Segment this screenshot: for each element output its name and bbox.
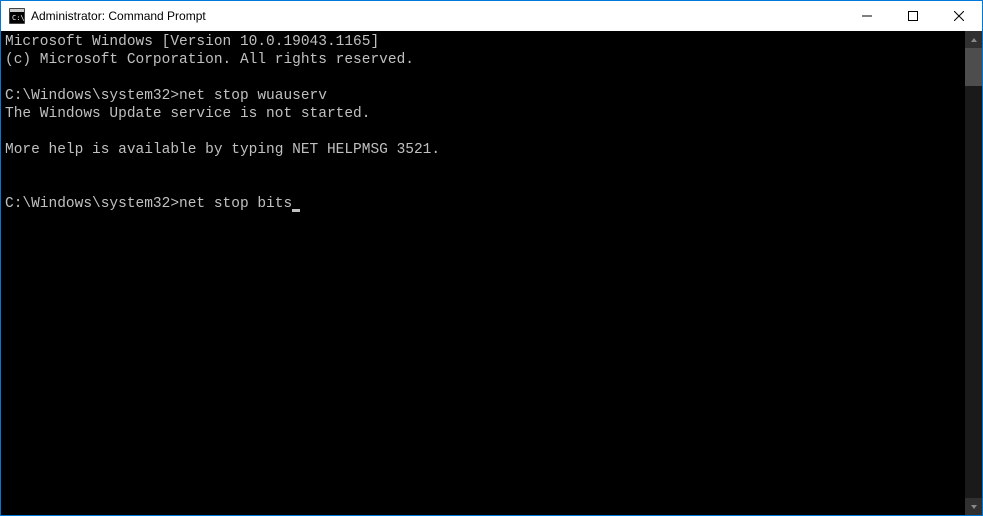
- response-2: More help is available by typing NET HEL…: [5, 141, 961, 159]
- minimize-button[interactable]: [844, 1, 890, 31]
- command-line-1: C:\Windows\system32>net stop wuauserv: [5, 87, 961, 105]
- version-line: Microsoft Windows [Version 10.0.19043.11…: [5, 33, 961, 51]
- command-prompt-window: C:\ Administrator: Command Prompt Micros…: [0, 0, 983, 516]
- maximize-button[interactable]: [890, 1, 936, 31]
- prompt-1: C:\Windows\system32>: [5, 88, 179, 104]
- console-area: Microsoft Windows [Version 10.0.19043.11…: [1, 31, 982, 515]
- close-button[interactable]: [936, 1, 982, 31]
- scroll-down-button[interactable]: [965, 498, 982, 515]
- blank-line: [5, 69, 961, 87]
- prompt-2: C:\Windows\system32>: [5, 196, 179, 212]
- vertical-scrollbar[interactable]: [965, 31, 982, 515]
- blank-line: [5, 123, 961, 141]
- command-1: net stop wuauserv: [179, 88, 327, 104]
- svg-text:C:\: C:\: [12, 14, 25, 22]
- command-line-2: C:\Windows\system32>net stop bits: [5, 195, 961, 213]
- response-1: The Windows Update service is not starte…: [5, 105, 961, 123]
- console-output[interactable]: Microsoft Windows [Version 10.0.19043.11…: [1, 31, 965, 515]
- scroll-thumb[interactable]: [965, 48, 982, 86]
- command-2: net stop bits: [179, 196, 292, 212]
- scroll-up-button[interactable]: [965, 31, 982, 48]
- copyright-line: (c) Microsoft Corporation. All rights re…: [5, 51, 961, 69]
- window-controls: [844, 1, 982, 31]
- blank-line: [5, 177, 961, 195]
- titlebar[interactable]: C:\ Administrator: Command Prompt: [1, 1, 982, 31]
- cmd-icon: C:\: [9, 8, 25, 24]
- window-title: Administrator: Command Prompt: [31, 9, 844, 23]
- text-cursor: [292, 209, 300, 212]
- blank-line: [5, 159, 961, 177]
